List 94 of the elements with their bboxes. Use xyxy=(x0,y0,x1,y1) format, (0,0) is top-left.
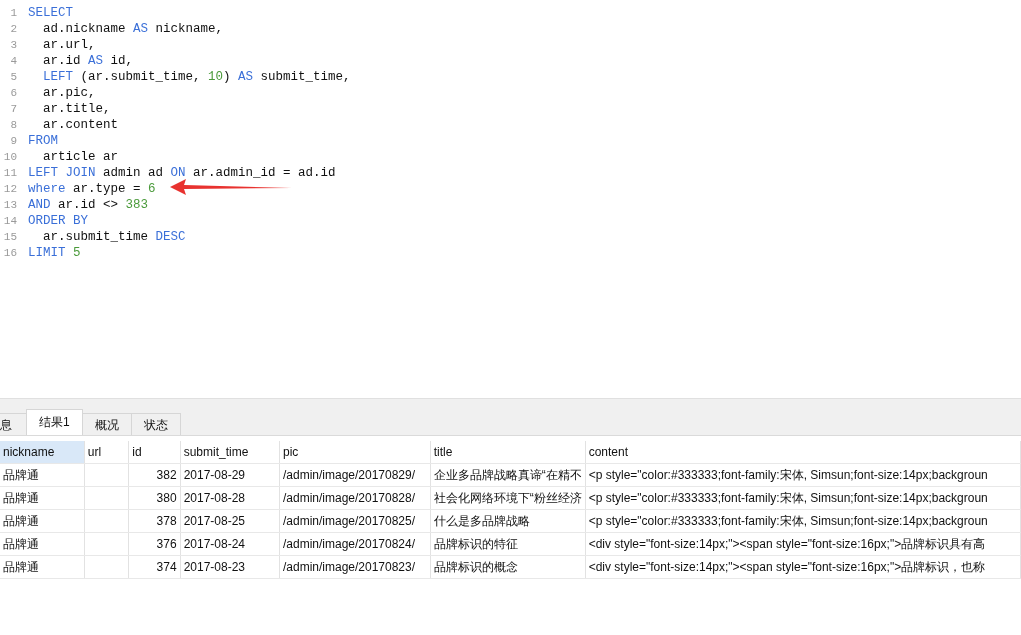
code-token: AS xyxy=(88,54,104,68)
table-cell: 品牌通 xyxy=(0,486,85,510)
table-cell xyxy=(84,509,129,533)
line-number: 3 xyxy=(9,39,17,51)
code-token: ar.content xyxy=(42,118,118,132)
code-token: LEFT JOIN xyxy=(28,166,96,180)
code-token: ar.pic, xyxy=(42,86,96,100)
table-cell: /admin/image/20170824/ xyxy=(279,532,431,556)
line-number: 4 xyxy=(9,55,17,67)
table-cell: 2017-08-23 xyxy=(180,555,280,579)
code-token: SELECT xyxy=(28,6,73,20)
table-cell: 2017-08-25 xyxy=(180,509,280,533)
code-token: ar.title, xyxy=(42,102,111,116)
code-token: ad.nickname xyxy=(42,22,127,36)
table-cell: 378 xyxy=(128,509,181,533)
column-header[interactable]: url xyxy=(84,441,129,464)
table-cell xyxy=(84,555,129,579)
table-cell: <p style="color:#333333;font-family:宋体, Simsun;font-size:14px;backgroun xyxy=(585,486,1021,510)
code-token: ON xyxy=(170,166,186,180)
table-cell: /admin/image/20170825/ xyxy=(279,509,431,533)
table-cell: <p style="color:#333333;font-family:宋体, Simsun;font-size:14px;backgroun xyxy=(585,509,1021,533)
table-cell: 品牌标识的特征 xyxy=(430,532,586,556)
table-cell: 品牌通 xyxy=(0,509,85,533)
result-tab[interactable]: 结果1 xyxy=(26,409,83,435)
code-token: where xyxy=(28,182,66,196)
column-header[interactable]: content xyxy=(585,441,1021,464)
code-token: LIMIT xyxy=(28,246,67,260)
table-cell: /admin/image/20170829/ xyxy=(279,463,431,487)
code-token: admin ad xyxy=(102,166,165,180)
table-cell: 380 xyxy=(128,486,181,510)
column-header[interactable]: nickname xyxy=(0,441,85,464)
table-cell: /admin/image/20170823/ xyxy=(279,555,431,579)
table-cell xyxy=(84,532,129,556)
code-token: ar.id xyxy=(42,54,82,68)
code-token: 10 xyxy=(208,70,224,84)
table-cell: 社会化网络环境下“粉丝经济 xyxy=(430,486,586,510)
line-number: 13 xyxy=(2,199,17,211)
code-token: submit_time, xyxy=(259,70,351,84)
table-cell: 376 xyxy=(128,532,181,556)
code-token: id, xyxy=(109,54,134,68)
line-number: 7 xyxy=(9,103,17,115)
code-token: AS xyxy=(133,22,149,36)
code-token: ar.admin_id = ad.id xyxy=(192,166,336,180)
code-token: AS xyxy=(238,70,254,84)
code-token: 383 xyxy=(125,198,149,212)
table-cell: /admin/image/20170828/ xyxy=(279,486,431,510)
line-number: 5 xyxy=(9,71,17,83)
result-tab[interactable]: 状态 xyxy=(130,413,181,435)
code-token: ) xyxy=(223,70,232,84)
code-token: LEFT xyxy=(42,70,73,84)
table-cell: 2017-08-24 xyxy=(180,532,280,556)
table-cell: 382 xyxy=(128,463,181,487)
code-token: 5 xyxy=(73,246,81,260)
table-cell: 2017-08-29 xyxy=(180,463,280,487)
line-number: 2 xyxy=(9,23,17,35)
line-number: 8 xyxy=(9,119,17,131)
table-cell: 品牌标识的概念 xyxy=(430,555,586,579)
line-number: 14 xyxy=(2,215,17,227)
column-header[interactable]: pic xyxy=(279,441,431,464)
code-token: ar.type = xyxy=(72,182,142,196)
code-token: 6 xyxy=(148,182,156,196)
table-cell: 什么是多品牌战略 xyxy=(430,509,586,533)
column-header[interactable]: submit_time xyxy=(180,441,280,464)
code-token: AND xyxy=(28,198,51,212)
line-number: 1 xyxy=(9,7,17,19)
line-number: 15 xyxy=(2,231,17,243)
line-number: 6 xyxy=(9,87,17,99)
line-number: 12 xyxy=(2,183,17,195)
table-cell: 企业多品牌战略真谛“在精不 xyxy=(430,463,586,487)
code-token: ar.id <> xyxy=(57,198,120,212)
line-number: 10 xyxy=(2,151,17,163)
code-token: (ar.submit_time, xyxy=(79,70,202,84)
code-token: ar.submit_time xyxy=(42,230,150,244)
code-token: DESC xyxy=(155,230,186,244)
code-token: ORDER BY xyxy=(28,214,88,228)
table-cell: 2017-08-28 xyxy=(180,486,280,510)
column-header[interactable]: id xyxy=(128,441,181,464)
table-cell xyxy=(84,486,129,510)
table-cell: <div style="font-size:14px;"><span style="font-size:16px;">品牌标识，也称 xyxy=(585,555,1021,579)
table-cell: <div style="font-size:14px;"><span style="font-size:16px;">品牌标识具有高 xyxy=(585,532,1021,556)
line-number: 16 xyxy=(2,247,17,259)
table-cell xyxy=(84,463,129,487)
code-token: ar.url, xyxy=(42,38,96,52)
column-header[interactable]: title xyxy=(430,441,586,464)
code-token: nickname, xyxy=(154,22,224,36)
table-cell: 品牌通 xyxy=(0,555,85,579)
line-number: 11 xyxy=(2,167,17,179)
code-token: article ar xyxy=(42,150,118,164)
table-cell: 374 xyxy=(128,555,181,579)
table-cell: <p style="color:#333333;font-family:宋体, Simsun;font-size:14px;backgroun xyxy=(585,463,1021,487)
table-cell: 品牌通 xyxy=(0,532,85,556)
code-token: FROM xyxy=(28,134,58,148)
line-number: 9 xyxy=(9,135,17,147)
table-cell: 品牌通 xyxy=(0,463,85,487)
